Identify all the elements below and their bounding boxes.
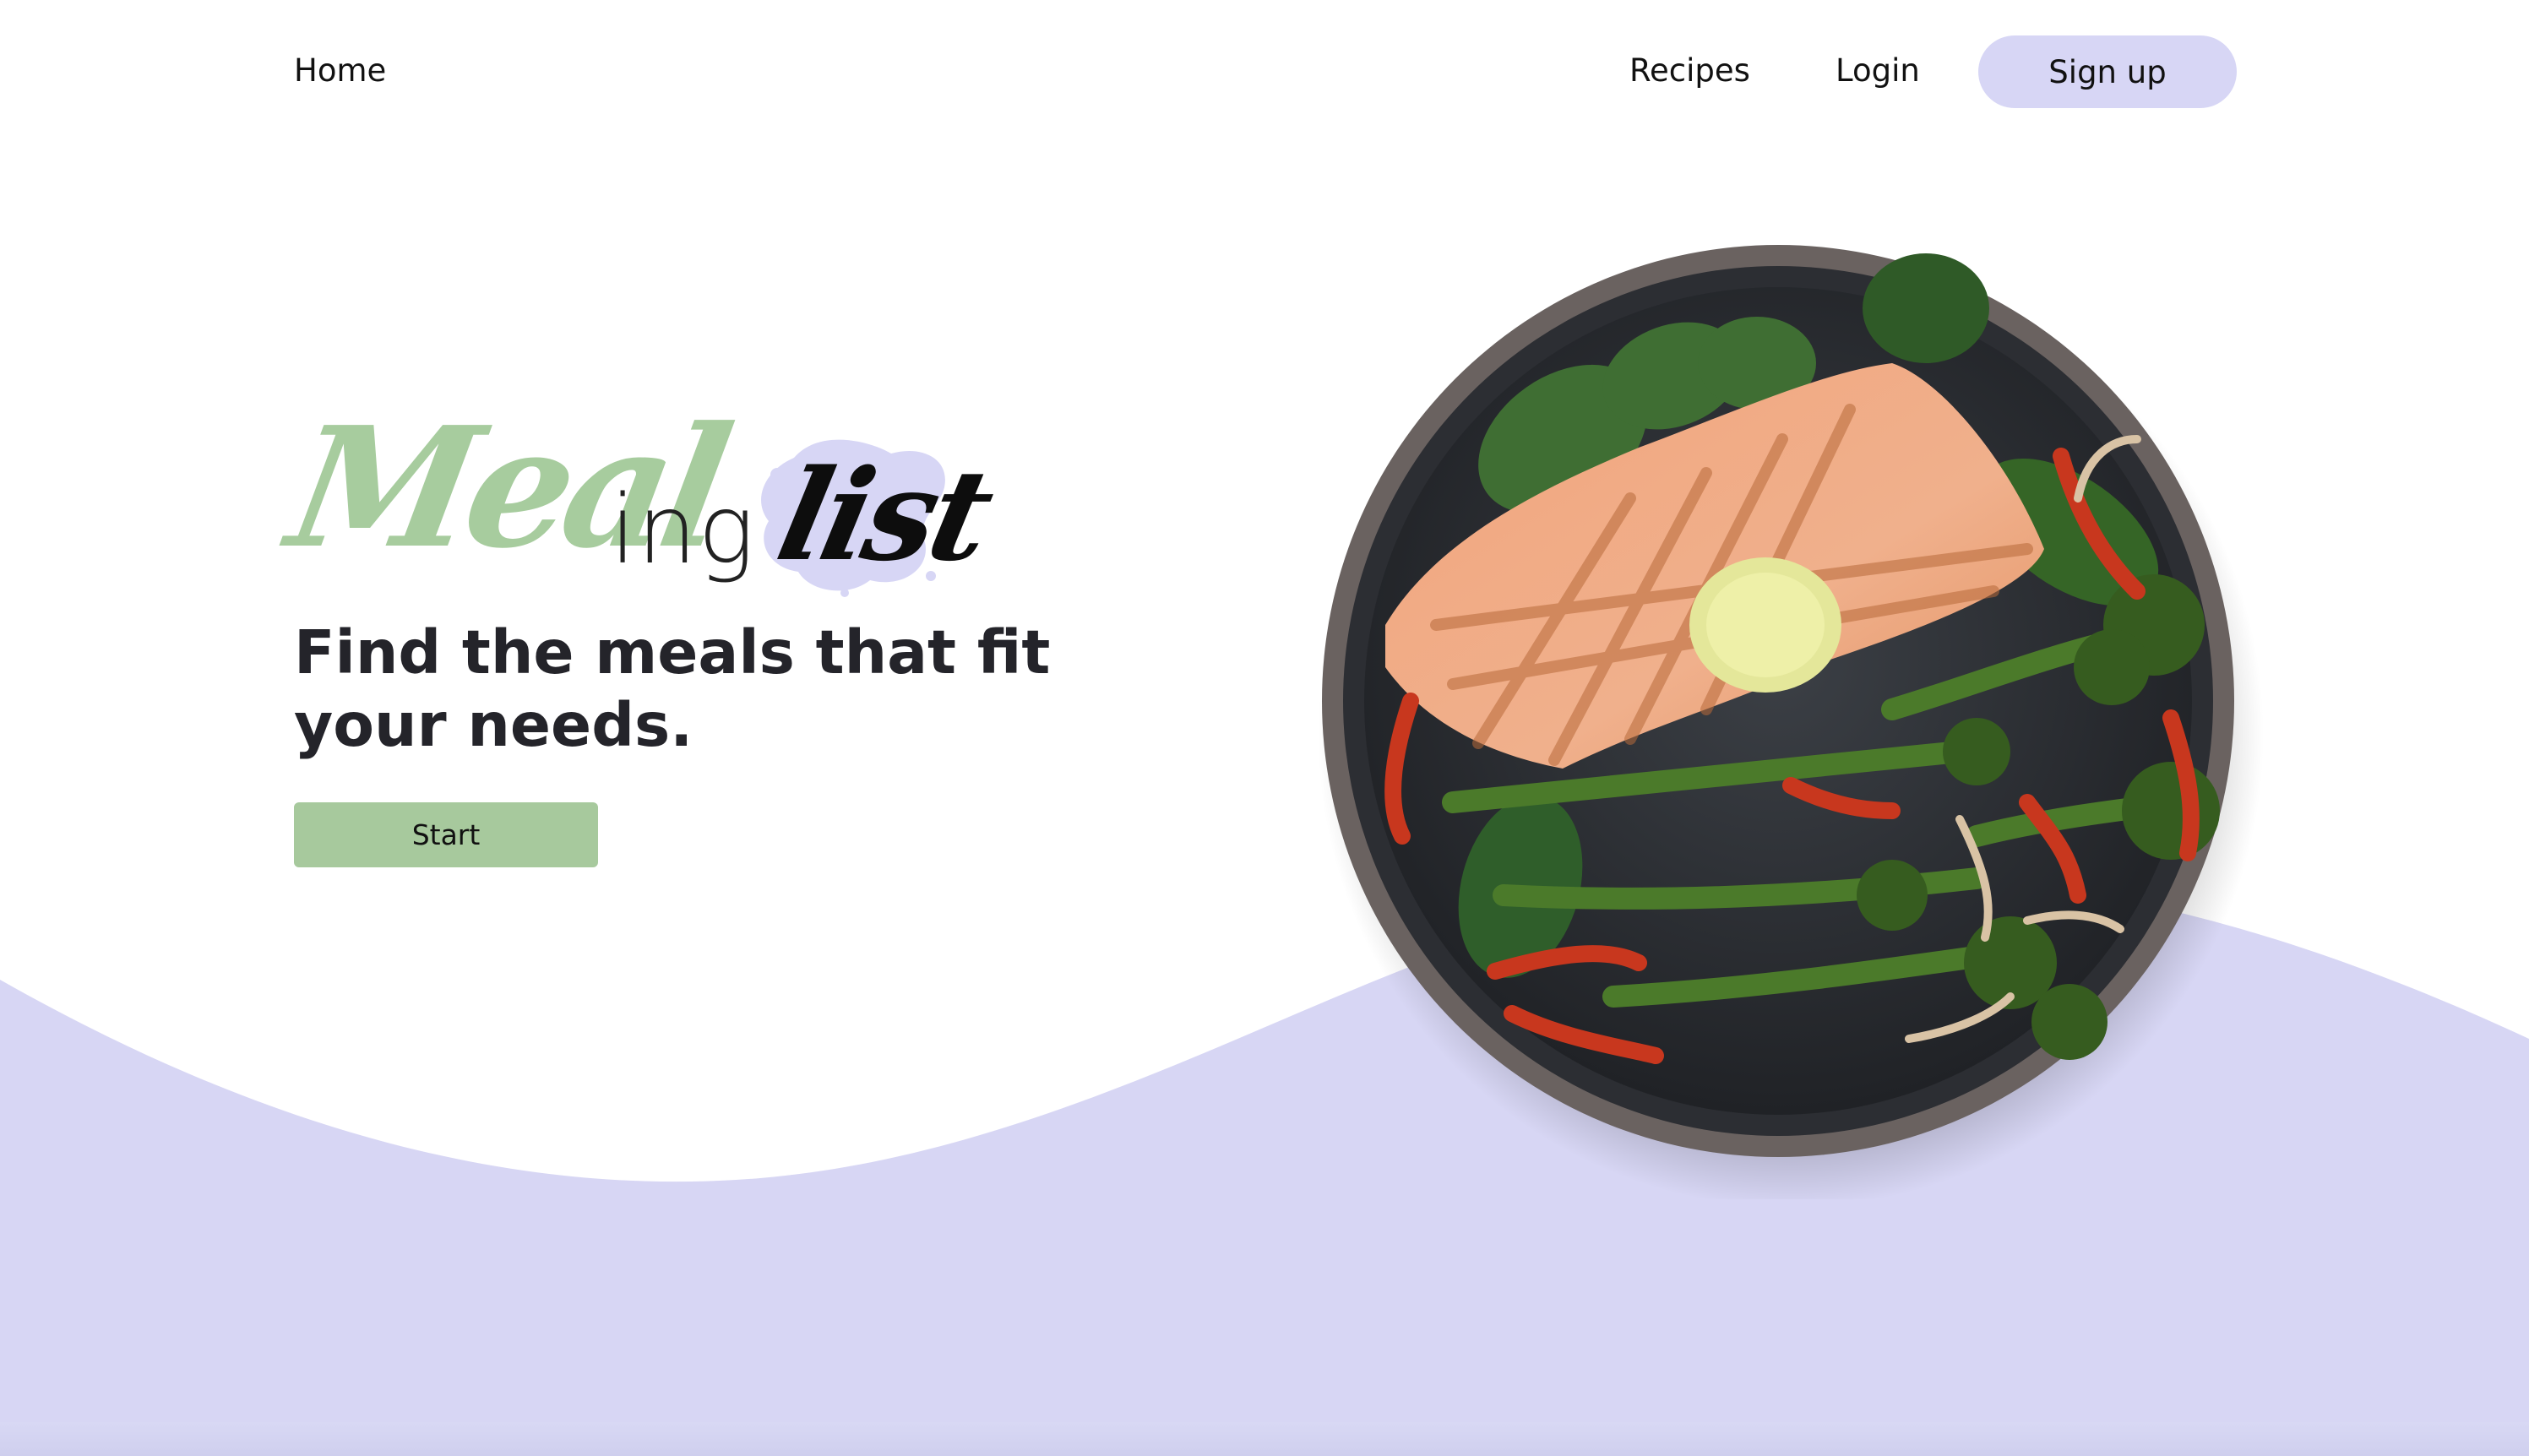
nav-login-link[interactable]: Login — [1836, 52, 1920, 89]
logo-ing-text: ing — [610, 475, 756, 585]
nav-home-link[interactable]: Home — [294, 52, 386, 89]
nav-recipes-link[interactable]: Recipes — [1629, 52, 1750, 89]
salmon-plate-image — [1284, 228, 2281, 1208]
hero-tagline: Find the meals that fit your needs. — [294, 617, 1051, 760]
bottom-shade — [0, 1422, 2529, 1456]
logo-list-text: list — [766, 442, 1001, 589]
sign-up-button[interactable]: Sign up — [1978, 35, 2237, 108]
site-logo: Meal ing list — [277, 391, 1001, 617]
top-nav: Home Recipes Login Sign up — [0, 0, 2529, 144]
start-button[interactable]: Start — [294, 802, 598, 867]
